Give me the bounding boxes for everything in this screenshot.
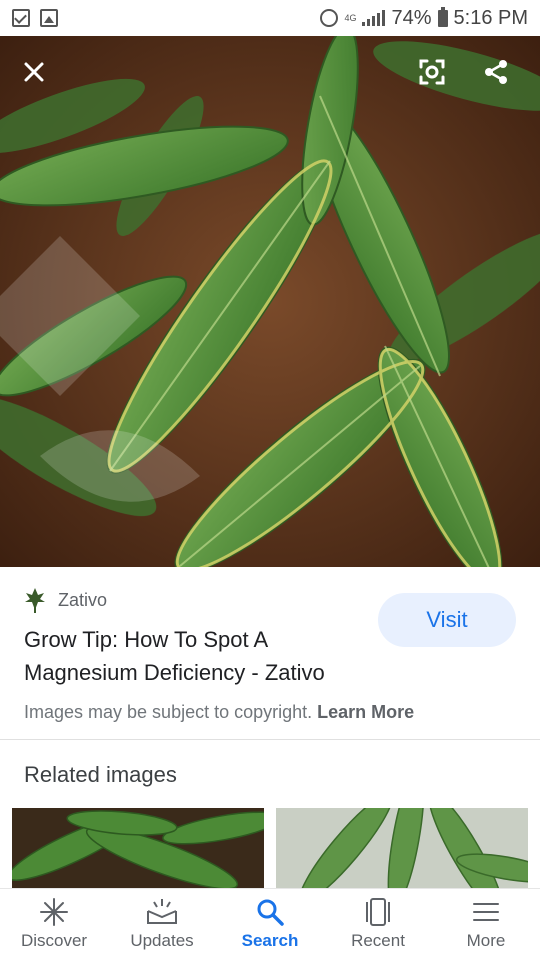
source-row[interactable]: Zativo: [24, 587, 107, 613]
notification-icons: [12, 9, 58, 27]
nav-recent[interactable]: Recent: [324, 889, 432, 960]
search-icon: [253, 897, 287, 927]
lens-icon: [419, 59, 445, 85]
nav-updates[interactable]: Updates: [108, 889, 216, 960]
network-type: 4G: [344, 13, 357, 23]
result-title[interactable]: Grow Tip: How To Spot A Magnesium Defici…: [24, 623, 364, 689]
related-image-thumbnail[interactable]: [12, 808, 264, 888]
image-preview[interactable]: [0, 36, 540, 567]
source-name: Zativo: [58, 589, 108, 610]
discover-icon: [37, 897, 71, 927]
cannabis-leaf-image: [0, 36, 540, 567]
visit-button[interactable]: Visit: [378, 593, 516, 647]
menu-icon: [469, 897, 503, 927]
updates-icon: [145, 897, 179, 927]
battery-percent: 74%: [391, 6, 432, 29]
clock: 5:16 PM: [453, 6, 528, 29]
nav-label-search: Search: [241, 931, 299, 950]
nav-label-updates: Updates: [130, 931, 194, 950]
share-icon: [485, 60, 507, 84]
status-right: 4G 74% 5:16 PM: [320, 6, 528, 30]
image-notification-icon: [40, 9, 58, 27]
alarm-icon: [320, 9, 339, 27]
related-image-2: [276, 808, 528, 888]
lens-button[interactable]: [410, 50, 454, 94]
copyright-text: Images may be subject to copyright.: [24, 702, 313, 722]
related-image-1: [12, 808, 264, 888]
checkbox-notification-icon: [12, 9, 30, 27]
share-button[interactable]: [474, 50, 518, 94]
learn-more-link[interactable]: Learn More: [317, 702, 414, 722]
close-button[interactable]: [12, 50, 56, 94]
nav-label-discover: Discover: [20, 931, 88, 950]
source-favicon-icon: [25, 588, 45, 613]
copyright-notice: Images may be subject to copyright. Lear…: [24, 702, 414, 723]
close-icon: [24, 62, 44, 82]
nav-more[interactable]: More: [432, 889, 540, 960]
result-info: Zativo Grow Tip: How To Spot A Magnesium…: [0, 567, 540, 740]
recent-icon: [361, 897, 395, 927]
nav-search[interactable]: Search: [216, 889, 324, 960]
related-image-thumbnail[interactable]: [276, 808, 528, 888]
nav-label-recent: Recent: [351, 931, 405, 950]
status-bar: 4G 74% 5:16 PM: [0, 0, 540, 36]
bottom-navigation: Discover Updates Search Recent More: [0, 888, 540, 960]
nav-discover[interactable]: Discover: [0, 889, 108, 960]
nav-label-more: More: [466, 931, 506, 950]
battery-icon: [437, 6, 448, 27]
related-images-heading: Related images: [24, 762, 177, 787]
signal-icon: [362, 10, 386, 26]
